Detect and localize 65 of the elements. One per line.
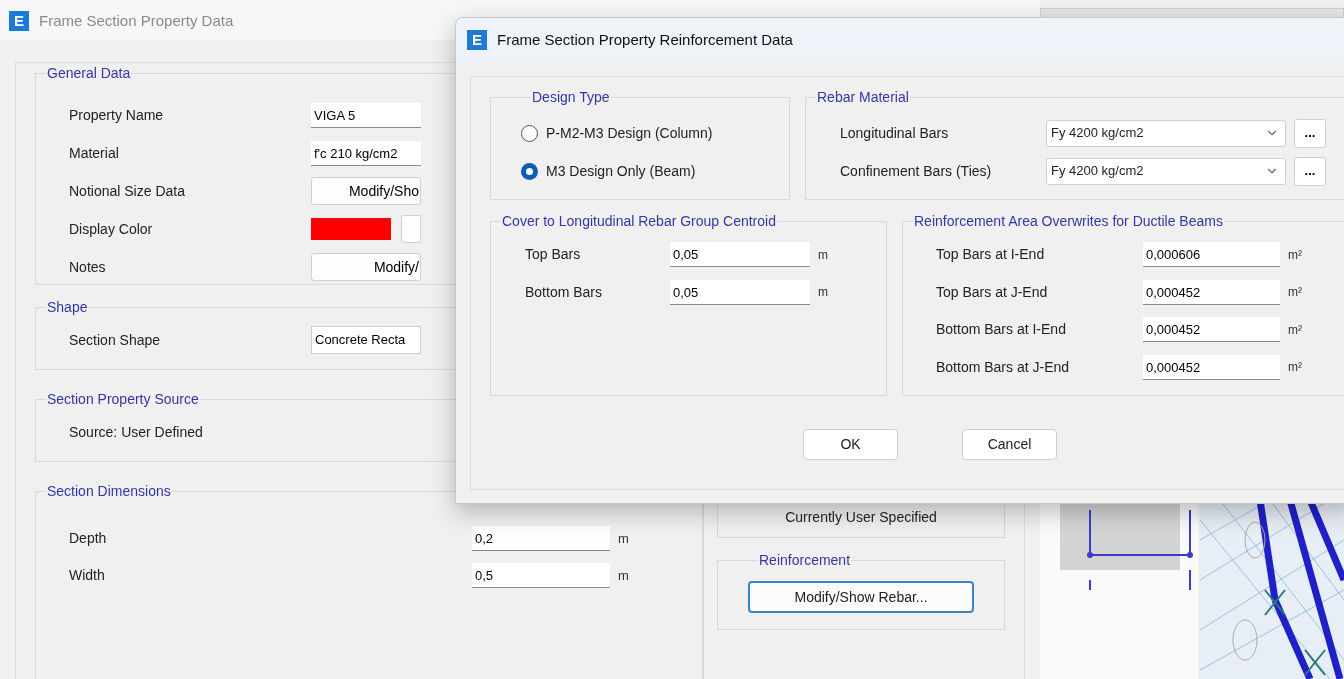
- unit-label: m²: [1288, 284, 1302, 302]
- field-label: Display Color: [68, 219, 154, 239]
- input-field[interactable]: 0,000452: [1143, 317, 1280, 343]
- radio-button[interactable]: [521, 124, 538, 142]
- input-field[interactable]: VIGA 5: [311, 102, 421, 128]
- unit-label: m: [618, 529, 629, 548]
- modify-button[interactable]: Modify/: [311, 253, 421, 281]
- field-label: Notes: [68, 257, 107, 277]
- app-icon: E: [467, 30, 487, 50]
- group-title: General Data: [46, 64, 132, 83]
- group-title: Design Type: [531, 88, 611, 107]
- unit-label: m: [818, 284, 828, 302]
- input-field[interactable]: 0,2: [472, 526, 610, 551]
- group-title: Reinforcement Area Overwrites for Ductile Beams: [913, 212, 1224, 231]
- field-label: Material: [68, 143, 120, 163]
- unit-label: m²: [1288, 359, 1302, 377]
- unit-label: m: [818, 246, 828, 264]
- group-title: Cover to Longitudinal Rebar Group Centroid: [501, 212, 777, 231]
- window-title: Frame Section Property Data: [39, 10, 234, 31]
- unit-label: m: [618, 566, 629, 585]
- group-title: Section Property Source: [46, 390, 200, 409]
- input-field[interactable]: 0,000452: [1143, 279, 1280, 305]
- dialog-button[interactable]: OK: [803, 429, 898, 460]
- field-label: Bottom Bars at I-End: [935, 320, 1067, 340]
- field-label: Longitudinal Bars: [839, 123, 950, 143]
- field-label: Confinement Bars (Ties): [839, 161, 993, 181]
- radio-button[interactable]: [521, 162, 538, 180]
- source-text: Source: User Defined: [68, 423, 203, 442]
- input-field[interactable]: f'c 210 kg/cm2: [311, 140, 421, 166]
- group-title: Reinforcement: [758, 551, 852, 570]
- field-label: Top Bars: [524, 245, 582, 265]
- modify-button[interactable]: Modify/Sho: [311, 177, 421, 205]
- modify-rebar-button[interactable]: Modify/Show Rebar...: [748, 581, 974, 613]
- input-field[interactable]: 0,05: [670, 242, 810, 268]
- group-title: Section Dimensions: [46, 482, 172, 501]
- color-swatch[interactable]: [311, 218, 391, 240]
- status-text: Currently User Specified: [785, 508, 937, 527]
- field-label: Property Name: [68, 105, 165, 125]
- app-icon: E: [9, 11, 29, 31]
- group-title: Shape: [46, 298, 89, 317]
- ellipsis-button[interactable]: ...: [1294, 118, 1326, 148]
- material-dropdown[interactable]: Fy 4200 kg/cm2: [1046, 119, 1286, 147]
- field-label: Depth: [68, 529, 108, 548]
- radio-option[interactable]: M3 Design Only (Beam): [521, 152, 696, 190]
- field-label: Section Shape: [68, 330, 162, 350]
- group-title: Rebar Material: [816, 88, 910, 107]
- field-label: Bottom Bars at J-End: [935, 357, 1071, 377]
- ellipsis-button[interactable]: ...: [1294, 156, 1326, 186]
- input-field[interactable]: 0,5: [472, 563, 610, 588]
- unit-label: m²: [1288, 321, 1302, 339]
- dialog-button[interactable]: Cancel: [962, 429, 1057, 460]
- dialog-title: Frame Section Property Reinforcement Data: [497, 29, 793, 50]
- field-label: Top Bars at J-End: [935, 282, 1049, 302]
- material-dropdown[interactable]: Fy 4200 kg/cm2: [1046, 157, 1286, 185]
- section-shape-dropdown[interactable]: Concrete Recta: [311, 326, 421, 354]
- input-field[interactable]: 0,05: [670, 279, 810, 305]
- field-label: Bottom Bars: [524, 282, 604, 302]
- input-field[interactable]: 0,000606: [1143, 242, 1280, 268]
- radio-option[interactable]: P-M2-M3 Design (Column): [521, 114, 713, 152]
- color-picker-button[interactable]: [401, 215, 421, 243]
- field-label: Width: [68, 566, 106, 585]
- unit-label: m²: [1288, 246, 1302, 264]
- field-label: Top Bars at I-End: [935, 245, 1046, 265]
- field-label: Notional Size Data: [68, 181, 186, 201]
- input-field[interactable]: 0,000452: [1143, 354, 1280, 380]
